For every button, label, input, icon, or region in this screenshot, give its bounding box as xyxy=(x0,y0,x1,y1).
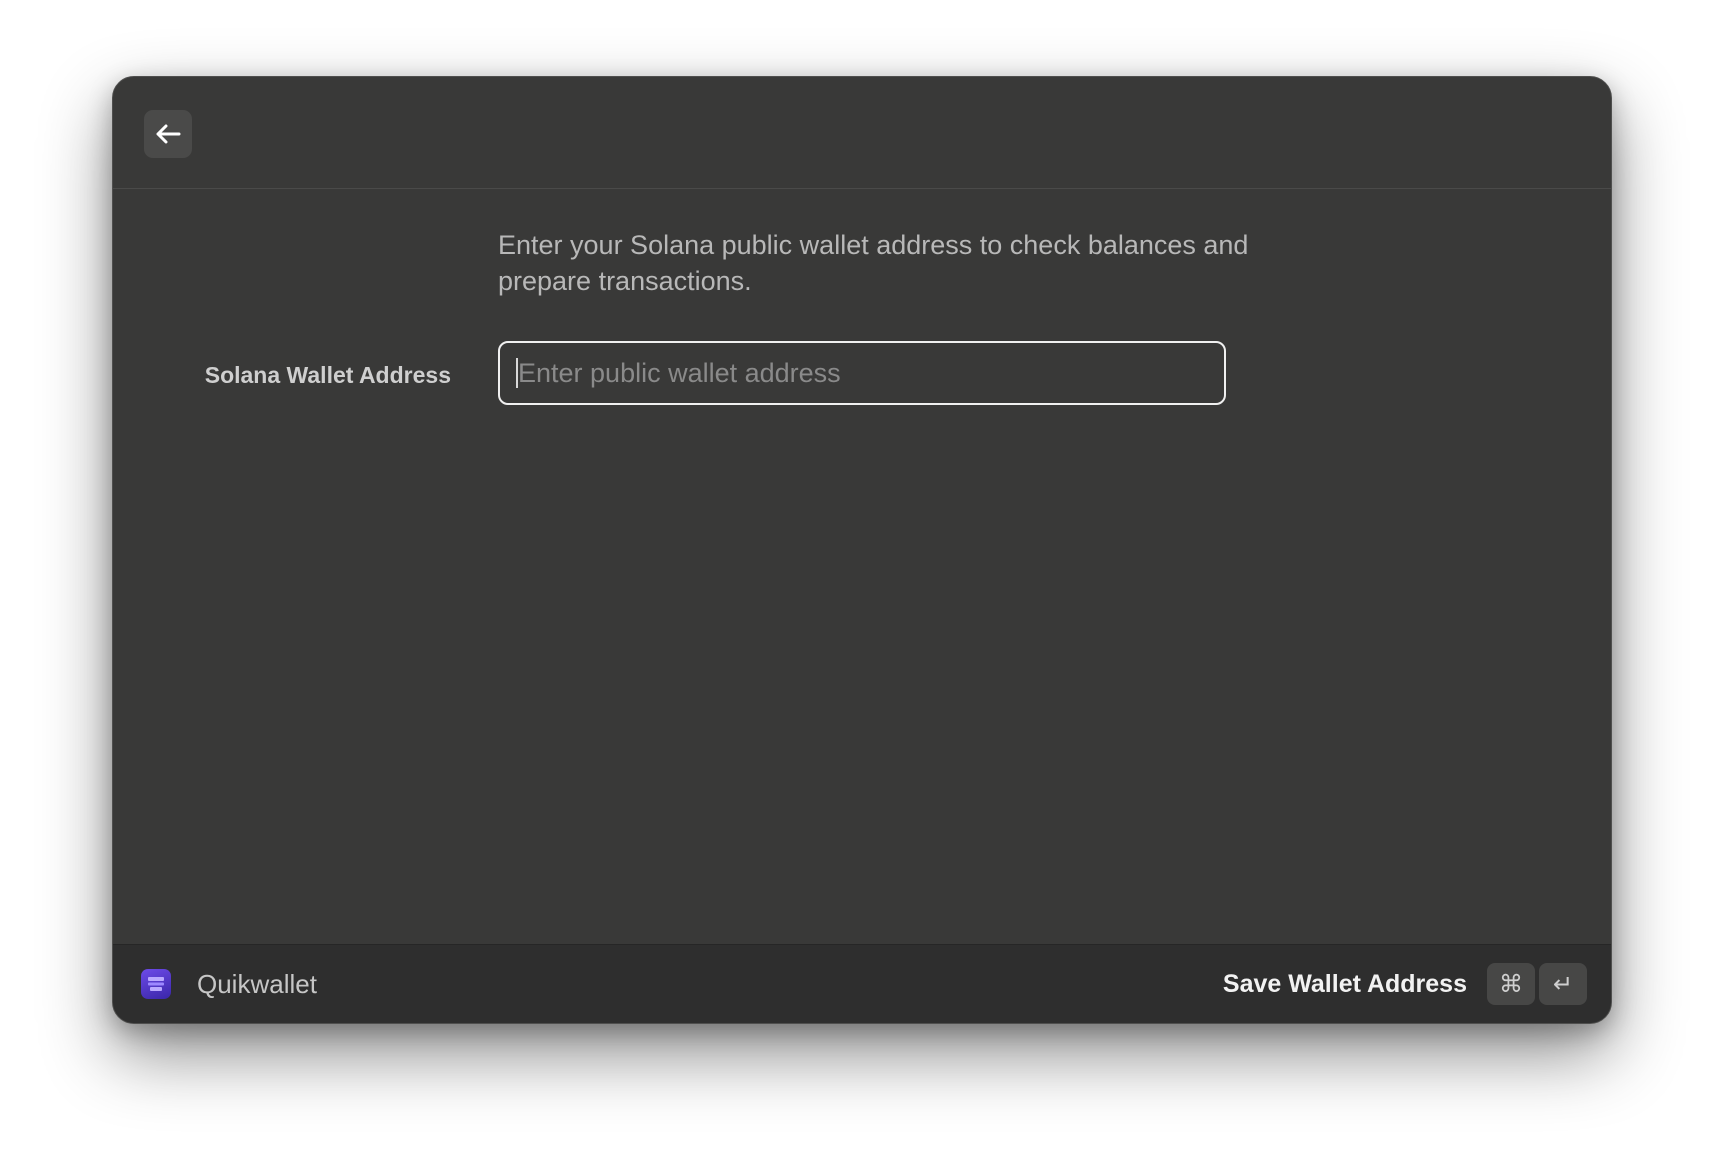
wallet-address-label: Solana Wallet Address xyxy=(204,362,451,388)
header-bar xyxy=(113,77,1611,189)
wallet-address-input[interactable] xyxy=(498,341,1226,405)
arrow-left-icon xyxy=(155,124,181,144)
form-description: Enter your Solana public wallet address … xyxy=(498,230,1249,296)
quikwallet-app-icon xyxy=(141,969,171,999)
app-name: Quikwallet xyxy=(197,969,317,999)
save-wallet-address-button[interactable]: Save Wallet Address xyxy=(1223,967,1467,1001)
text-caret xyxy=(516,358,518,388)
enter-key-icon: ↵ xyxy=(1539,963,1587,1005)
back-button[interactable] xyxy=(144,110,192,158)
command-key-icon: ⌘ xyxy=(1487,963,1535,1005)
extension-window: Enter your Solana public wallet address … xyxy=(112,76,1612,1024)
action-bar: Quikwallet Save Wallet Address ⌘ ↵ xyxy=(113,944,1611,1023)
